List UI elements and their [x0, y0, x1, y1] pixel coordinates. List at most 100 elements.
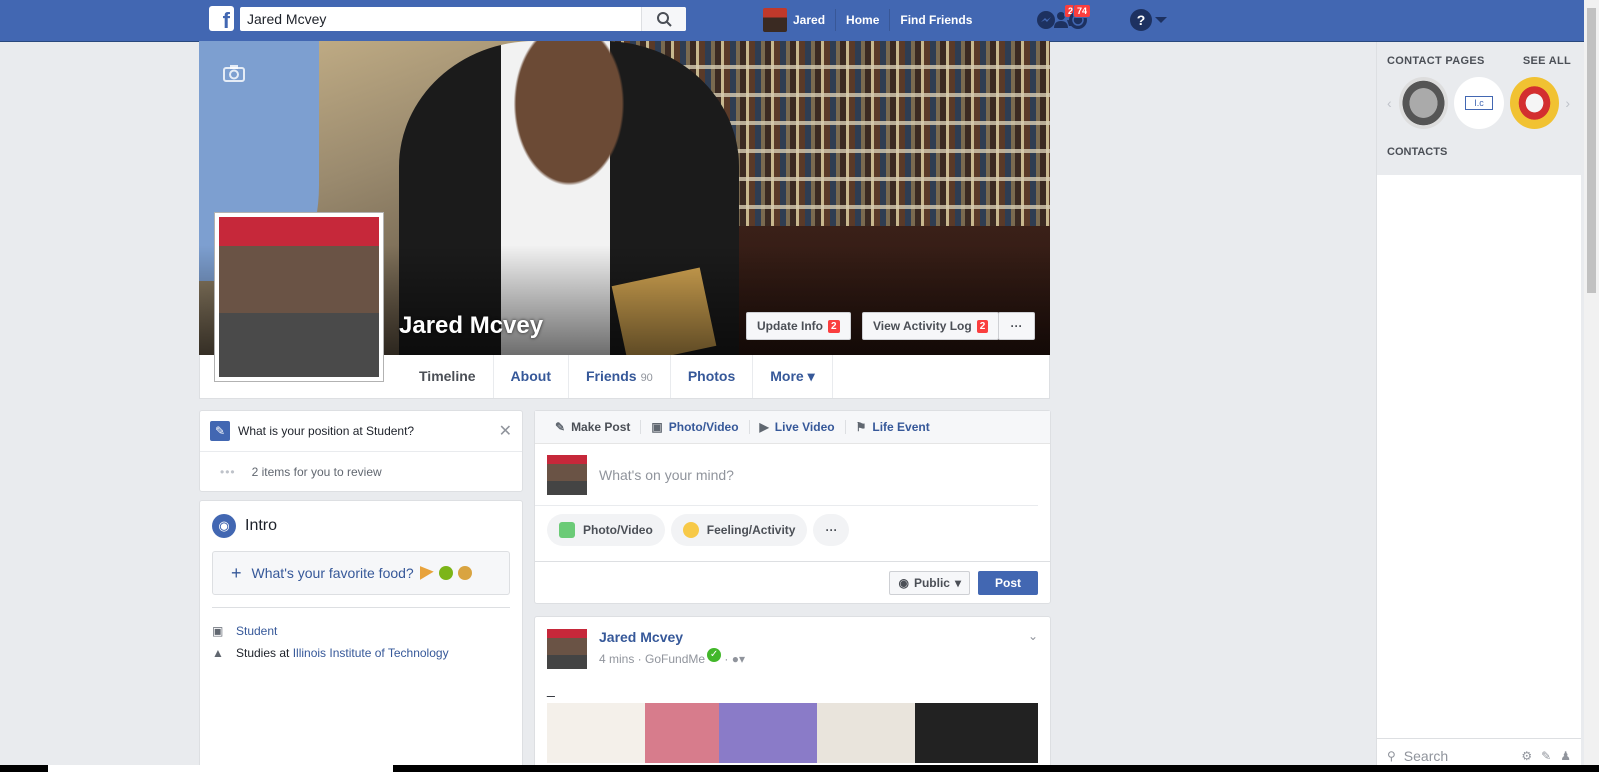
chevron-down-icon: ▾	[954, 576, 961, 590]
composer-actions: Photo/Video Feeling/Activity ···	[535, 506, 1050, 554]
new-group-icon[interactable]: ♟	[1560, 749, 1571, 763]
tab-photos[interactable]: Photos	[671, 355, 754, 398]
tab-more[interactable]: More ▾	[753, 355, 833, 398]
search-icon: ⚲	[1387, 748, 1396, 763]
nav-find-friends-link[interactable]: Find Friends	[889, 9, 982, 31]
profile-tabs: Timeline About Friends 90 Photos More ▾	[402, 355, 833, 398]
taskbar-strip	[0, 765, 1599, 772]
see-all-link[interactable]: SEE ALL	[1523, 55, 1571, 67]
friends-count: 90	[640, 372, 653, 384]
timeline-post: Jared Mcvey 4 mins · GoFundMe ✓ · ●▾ ⌄ _	[534, 616, 1051, 772]
apple-icon	[438, 566, 453, 580]
top-navigation-bar: f Jared Home Find Friends 2 74 ?	[0, 0, 1599, 42]
cover-more-button[interactable]: ···	[998, 312, 1035, 340]
globe-icon: ◉	[898, 576, 909, 590]
photo-video-button[interactable]: Photo/Video	[547, 514, 665, 546]
graduation-cap-icon: ▲	[212, 646, 224, 660]
pencil-icon: ✎	[210, 421, 230, 441]
smiley-icon	[682, 522, 699, 538]
notifications-button[interactable]: 74	[1062, 0, 1094, 40]
more-dots-icon: •••	[220, 465, 236, 479]
composer-footer: ◉ Public ▾ Post	[535, 561, 1050, 603]
favorite-food-text: What's your favorite food?	[251, 565, 414, 581]
intro-title: Intro	[245, 517, 278, 534]
review-items-text: 2 items for you to review	[251, 465, 382, 479]
cookie-icon	[457, 566, 472, 580]
update-info-label: Update Info	[757, 319, 823, 333]
school-link[interactable]: Illinois Institute of Technology	[293, 646, 449, 660]
close-icon[interactable]: ✕	[499, 421, 512, 441]
profile-review-card: ✎ What is your position at Student? ✕ ••…	[199, 410, 523, 492]
tab-about[interactable]: About	[494, 355, 569, 398]
contact-pages-heading: CONTACT PAGES	[1387, 55, 1485, 67]
view-activity-log-button[interactable]: View Activity Log 2	[862, 312, 1000, 340]
privacy-selector[interactable]: ◉ Public ▾	[889, 571, 970, 595]
chevron-right-icon[interactable]: ›	[1565, 95, 1571, 111]
profile-name: Jared Mcvey	[399, 312, 544, 339]
post-composer: ✎ Make Post ▣ Photo/Video ▶ Live Video ⚑ Lif…	[534, 410, 1051, 604]
contact-page-avatar[interactable]: I.c	[1454, 77, 1504, 129]
activity-log-label: View Activity Log	[873, 319, 972, 333]
search-button[interactable]	[641, 7, 686, 31]
studies-prefix: Studies at	[236, 646, 293, 660]
tab-life-event[interactable]: ⚑ Life Event	[846, 420, 940, 434]
job-link[interactable]: Student	[236, 624, 277, 638]
post-author[interactable]: Jared Mcvey	[599, 629, 745, 645]
avatar[interactable]	[547, 629, 587, 669]
search-input[interactable]	[240, 7, 640, 31]
post-time[interactable]: 4 mins	[599, 652, 634, 666]
audience-icon[interactable]: ●▾	[732, 652, 745, 666]
help-icon[interactable]: ?	[1130, 9, 1152, 31]
new-message-icon[interactable]: ✎	[1541, 749, 1551, 763]
post-source[interactable]: GoFundMe	[645, 652, 705, 666]
nav-home-link[interactable]: Home	[835, 9, 889, 31]
camera-icon[interactable]	[223, 64, 245, 87]
favorite-food-prompt[interactable]: + What's your favorite food?	[212, 551, 510, 595]
tab-live-video[interactable]: ▶ Live Video	[750, 420, 846, 434]
post-options-chevron-icon[interactable]: ⌄	[1028, 629, 1038, 643]
feeling-activity-button[interactable]: Feeling/Activity	[670, 514, 808, 546]
notifications-badge: 74	[1072, 4, 1091, 18]
post-header: Jared Mcvey 4 mins · GoFundMe ✓ · ●▾	[535, 617, 1050, 669]
tab-photo-video[interactable]: ▣ Photo/Video	[641, 420, 750, 434]
page-scrollbar[interactable]	[1584, 0, 1599, 772]
post-image[interactable]	[547, 703, 1038, 763]
briefcase-icon: ▣	[212, 624, 224, 638]
chat-search-input[interactable]: Search	[1404, 748, 1448, 764]
facebook-logo-icon[interactable]: f	[209, 6, 234, 31]
search-box	[240, 7, 686, 31]
post-meta: 4 mins · GoFundMe ✓ · ●▾	[599, 648, 745, 666]
profile-picture[interactable]	[214, 212, 384, 382]
verified-check-icon: ✓	[707, 648, 722, 662]
composer-body[interactable]: What's on your mind?	[535, 444, 1038, 506]
review-items-link[interactable]: ••• 2 items for you to review	[200, 452, 522, 492]
tab-timeline[interactable]: Timeline	[402, 355, 494, 398]
contact-page-avatar[interactable]	[1509, 77, 1560, 129]
messenger-icon	[1037, 11, 1055, 29]
intro-education: ▲ Studies at Illinois Institute of Techn…	[200, 642, 522, 664]
nav-user-name: Jared	[793, 13, 826, 27]
food-emoji-row	[419, 566, 472, 580]
activity-log-badge: 2	[976, 319, 989, 333]
composer-placeholder: What's on your mind?	[599, 466, 734, 483]
review-question[interactable]: ✎ What is your position at Student? ✕	[200, 411, 522, 452]
review-question-text: What is your position at Student?	[238, 424, 415, 438]
tab-make-post[interactable]: ✎ Make Post	[545, 420, 642, 434]
tab-friends[interactable]: Friends 90	[569, 355, 671, 398]
contact-page-label: I.c	[1465, 96, 1493, 110]
contact-page-avatar[interactable]	[1398, 77, 1449, 129]
pizza-icon	[419, 566, 434, 580]
video-icon: ▶	[759, 420, 769, 434]
nav-profile-link[interactable]: Jared	[763, 8, 835, 32]
composer-more-button[interactable]: ···	[813, 514, 850, 546]
gear-icon[interactable]: ⚙	[1521, 749, 1532, 763]
globe-icon: ◉	[212, 514, 236, 538]
post-button[interactable]: Post	[978, 571, 1038, 595]
chevron-left-icon[interactable]: ‹	[1387, 95, 1393, 111]
intro-card: ◉ Intro + What's your favorite food? ▣ S…	[199, 500, 523, 772]
update-info-button[interactable]: Update Info 2	[746, 312, 851, 340]
contact-pages-carousel: ‹ I.c ›	[1387, 77, 1571, 129]
scrollbar-thumb[interactable]	[1587, 8, 1596, 293]
account-menu-caret-icon[interactable]	[1155, 17, 1167, 23]
messages-button[interactable]	[1030, 0, 1062, 40]
